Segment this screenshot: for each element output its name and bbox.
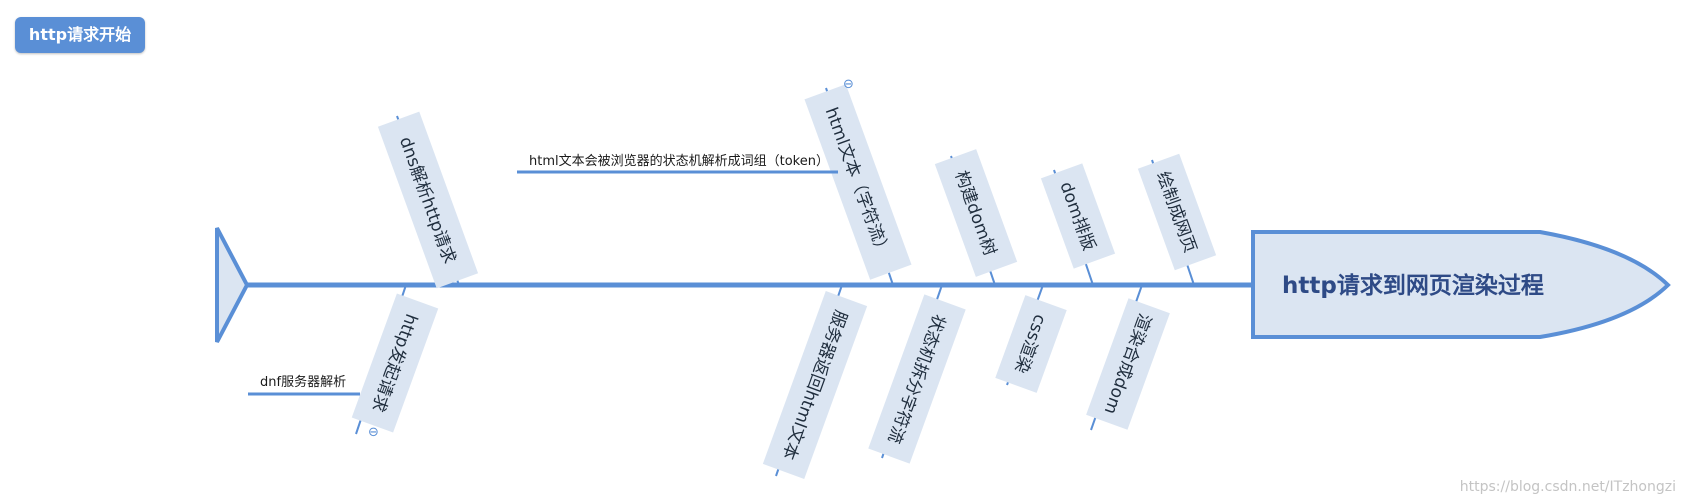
bottom-branch-state-machine[interactable]: 状态机拆分字符流 [868, 284, 966, 464]
top-branch-paint[interactable]: 绘制成网页 [1137, 153, 1217, 286]
tail-shape [215, 227, 250, 343]
bottom-branch-css[interactable]: css渲染 [995, 284, 1067, 393]
sub-branch-dnf-label: dnf服务器解析 [260, 374, 346, 390]
bottom-branch-http-request[interactable]: http发起请求 ⊖ [351, 284, 439, 440]
head-title: http请求到网页渲染过程 [1282, 272, 1544, 299]
fishbone-diagram: http请求到网页渲染过程 dns解析http请求 html文本（字符流） ⊖ [215, 77, 1671, 479]
collapse-icon[interactable]: ⊖ [843, 77, 854, 92]
top-branch-build-dom[interactable]: 构建dom树 [934, 149, 1018, 286]
watermark: https://blog.csdn.net/ITzhongzi [1459, 479, 1676, 495]
top-branch-html-text[interactable]: html文本（字符流） ⊖ [804, 77, 912, 286]
sub-branch-token-label: html文本会被浏览器的状态机解析成词组（token） [529, 153, 829, 169]
sub-branch-token[interactable]: html文本会被浏览器的状态机解析成词组（token） [517, 153, 838, 174]
bottom-branch-server-response[interactable]: 服务器返回html文本 [762, 284, 868, 479]
fishbone-canvas: http请求开始 http请求到网页渲染过程 dns解析http请求 html文… [0, 0, 1684, 501]
sub-branch-dnf[interactable]: dnf服务器解析 [248, 374, 360, 396]
collapse-icon[interactable]: ⊖ [368, 425, 379, 440]
top-branch-dns[interactable]: dns解析http请求 [377, 111, 479, 289]
bottom-branch-composite[interactable]: 渲染合成dom [1086, 284, 1170, 431]
top-branch-dom-layout[interactable]: dom排版 [1040, 163, 1116, 286]
